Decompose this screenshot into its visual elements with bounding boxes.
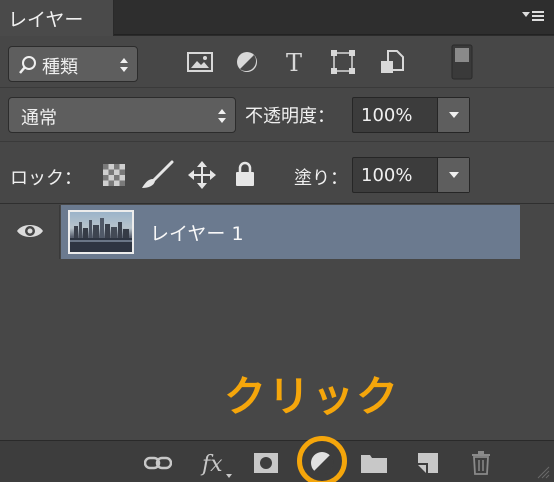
opacity-dropdown-button[interactable] bbox=[437, 98, 469, 132]
filter-toggle-switch[interactable] bbox=[451, 44, 473, 80]
svg-text:T: T bbox=[286, 49, 302, 76]
selection-corners bbox=[70, 212, 132, 252]
fill-dropdown-button[interactable] bbox=[437, 158, 469, 192]
fill-field[interactable]: 100% bbox=[352, 157, 470, 193]
chevron-updown-icon bbox=[218, 109, 226, 123]
chevron-down-icon bbox=[449, 172, 459, 178]
layer-row[interactable]: レイヤー 1 bbox=[0, 205, 554, 259]
blend-mode-select[interactable]: 通常 bbox=[8, 97, 236, 133]
opacity-value: 100% bbox=[361, 105, 413, 126]
fx-icon[interactable]: fx bbox=[200, 449, 232, 479]
filter-row: 種類 T bbox=[0, 36, 554, 88]
resize-grip-icon[interactable] bbox=[536, 465, 550, 479]
filter-kind-label: 種類 bbox=[42, 57, 78, 78]
fill-label: 塗り： bbox=[294, 168, 348, 189]
layer-visibility-toggle[interactable] bbox=[0, 205, 60, 259]
panel-menu-icon[interactable] bbox=[522, 9, 544, 23]
layers-bottom-toolbar: fx bbox=[0, 440, 554, 482]
fill-value: 100% bbox=[361, 165, 413, 186]
lock-pixels-brush-icon[interactable] bbox=[140, 160, 174, 190]
tab-layers[interactable]: レイヤー bbox=[0, 0, 114, 36]
lock-row: ロック： 塗り： 100% bbox=[0, 142, 554, 204]
pixel-layer-filter-icon[interactable] bbox=[186, 48, 214, 76]
lock-transparency-icon[interactable] bbox=[103, 164, 125, 186]
adjustment-filter-icon[interactable] bbox=[233, 48, 261, 76]
layer-thumbnail bbox=[68, 210, 134, 254]
click-annotation: クリック bbox=[224, 372, 401, 421]
layer-name: レイヤー 1 bbox=[150, 223, 244, 245]
svg-text:fx: fx bbox=[200, 452, 223, 477]
eye-icon bbox=[17, 225, 43, 237]
lock-label: ロック： bbox=[10, 168, 82, 189]
opacity-field[interactable]: 100% bbox=[352, 97, 470, 133]
smart-object-filter-icon[interactable] bbox=[378, 48, 406, 76]
lock-all-icon[interactable] bbox=[234, 160, 256, 188]
blend-mode-value: 通常 bbox=[21, 108, 57, 129]
chevron-updown-icon bbox=[120, 58, 128, 72]
type-filter-icon[interactable]: T bbox=[280, 48, 308, 76]
chevron-down-icon bbox=[449, 112, 459, 118]
trash-icon[interactable] bbox=[470, 451, 492, 475]
folder-icon[interactable] bbox=[360, 452, 388, 474]
new-layer-icon[interactable] bbox=[416, 451, 440, 475]
scrollbar-track[interactable] bbox=[520, 205, 554, 437]
mask-icon[interactable] bbox=[253, 452, 279, 474]
click-highlight-circle bbox=[297, 436, 347, 482]
selected-layer[interactable]: レイヤー 1 bbox=[61, 205, 520, 259]
lock-position-move-icon[interactable] bbox=[188, 161, 216, 189]
tab-layers-label: レイヤー bbox=[8, 9, 84, 31]
panel-tab-bar: レイヤー bbox=[0, 0, 554, 36]
blend-row: 通常 不透明度： 100% bbox=[0, 88, 554, 142]
shape-filter-icon[interactable] bbox=[329, 48, 357, 76]
opacity-label: 不透明度： bbox=[245, 106, 335, 127]
filter-kind-select[interactable]: 種類 bbox=[8, 46, 138, 82]
search-icon bbox=[19, 56, 36, 74]
link-icon[interactable] bbox=[144, 455, 172, 471]
